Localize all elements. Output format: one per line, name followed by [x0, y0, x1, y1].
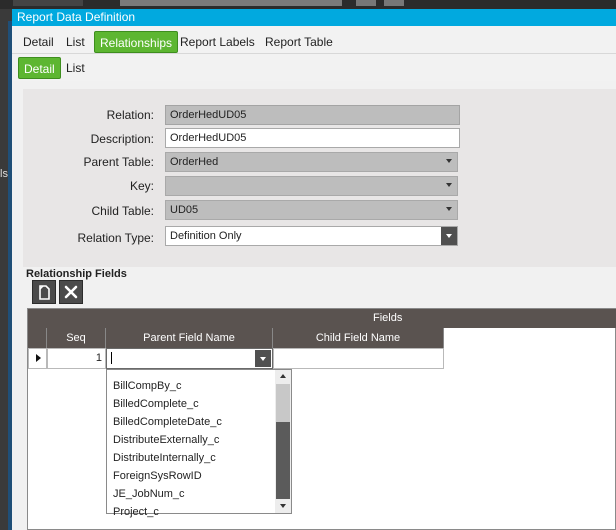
dropdown-option[interactable]: Project_c — [113, 503, 159, 521]
chevron-down-icon — [446, 159, 452, 163]
parent-table-combo[interactable]: OrderHed — [165, 152, 458, 172]
fields-band-label: Fields — [373, 312, 403, 324]
key-combo[interactable] — [165, 176, 458, 196]
tab-detail[interactable]: Detail — [18, 31, 59, 53]
relationship-fields-grid: Fields Seq Parent Field Name Child Field… — [27, 308, 616, 530]
column-header-seq[interactable]: Seq — [47, 328, 106, 348]
dropdown-button[interactable] — [441, 227, 457, 245]
tab-report-table[interactable]: Report Table — [260, 31, 338, 53]
row-selector-header — [28, 328, 47, 348]
dropdown-scrollbar[interactable] — [275, 370, 291, 513]
child-table-value: UD05 — [170, 204, 199, 216]
parent-table-label: Parent Table: — [83, 155, 155, 169]
parent-field-dropdown-button[interactable] — [255, 350, 271, 367]
dropdown-option[interactable]: JE_JobNum_c — [113, 485, 185, 503]
report-data-definition-window: Report Data Definition Detail List Relat… — [12, 9, 616, 530]
child-table-combo[interactable]: UD05 — [165, 200, 458, 220]
row-selector[interactable] — [28, 348, 47, 369]
relation-type-value: Definition Only — [170, 230, 242, 242]
chevron-down-icon — [446, 234, 452, 238]
relation-type-label: Relation Type: — [77, 231, 155, 245]
tab-relationships[interactable]: Relationships — [94, 31, 179, 53]
new-row-button[interactable] — [32, 280, 56, 304]
parent-table-value: OrderHed — [170, 156, 219, 168]
scroll-down-icon[interactable] — [280, 504, 286, 508]
tab-report-labels[interactable]: Report Labels — [175, 31, 260, 53]
current-row-icon — [36, 354, 41, 362]
dropdown-option[interactable]: BilledCompleteDate_c — [113, 413, 222, 431]
top-toolbar-strip — [0, 0, 616, 9]
new-icon — [39, 285, 50, 300]
scroll-track[interactable] — [276, 422, 290, 499]
chevron-down-icon — [446, 183, 452, 187]
scroll-thumb[interactable] — [276, 384, 290, 422]
dropdown-option[interactable]: ForeignSysRowID — [113, 467, 202, 485]
child-table-label: Child Table: — [91, 204, 154, 218]
description-value: OrderHedUD05 — [170, 132, 247, 144]
relationship-detail-panel: Relation: OrderHedUD05 Description: Orde… — [23, 89, 616, 267]
relation-type-combo[interactable]: Definition Only — [165, 226, 458, 246]
child-field-cell[interactable] — [273, 348, 444, 369]
dropdown-option[interactable]: BilledComplete_c — [113, 395, 199, 413]
left-dock-label: ls — [0, 168, 8, 180]
toolbar-segment — [120, 0, 342, 6]
toolbar-segment — [356, 0, 376, 6]
section-title: Relationship Fields — [26, 268, 127, 280]
column-header-parent-field[interactable]: Parent Field Name — [106, 328, 273, 348]
relation-label: Relation: — [106, 108, 154, 122]
window-title: Report Data Definition — [12, 9, 616, 26]
left-dock-strip: ls — [0, 9, 12, 530]
primary-tab-bar: Detail List Relationships Report Labels … — [12, 26, 616, 54]
chevron-down-icon — [446, 207, 452, 211]
subtab-list[interactable]: List — [61, 57, 90, 79]
parent-field-cell[interactable] — [106, 348, 273, 369]
tab-list[interactable]: List — [61, 31, 90, 53]
chevron-down-icon — [260, 357, 266, 361]
parent-field-dropdown-list: BillCompBy_c BilledComplete_c BilledComp… — [106, 369, 292, 518]
key-label: Key: — [129, 179, 154, 193]
delete-icon — [64, 285, 78, 299]
subtab-detail[interactable]: Detail — [18, 57, 61, 79]
grid-group-header: Fields — [28, 309, 616, 328]
relationship-fields-section: Relationship Fields Fields Seq Parent Fi… — [23, 267, 616, 530]
toolbar-segment — [13, 0, 83, 6]
dropdown-option[interactable]: BillCompBy_c — [113, 377, 181, 395]
relation-field: OrderHedUD05 — [165, 105, 460, 125]
delete-row-button[interactable] — [59, 280, 83, 304]
dropdown-option[interactable]: DistributeInternally_c — [113, 449, 216, 467]
secondary-tab-bar: Detail List — [12, 54, 616, 81]
description-label: Description: — [90, 132, 154, 146]
scroll-up-icon[interactable] — [280, 374, 286, 378]
description-field[interactable]: OrderHedUD05 — [165, 128, 460, 148]
dropdown-option[interactable]: DistributeExternally_c — [113, 431, 219, 449]
column-header-child-field[interactable]: Child Field Name — [273, 328, 444, 348]
seq-cell[interactable]: 1 — [47, 348, 106, 369]
toolbar-segment — [384, 0, 404, 6]
text-cursor — [111, 352, 112, 365]
